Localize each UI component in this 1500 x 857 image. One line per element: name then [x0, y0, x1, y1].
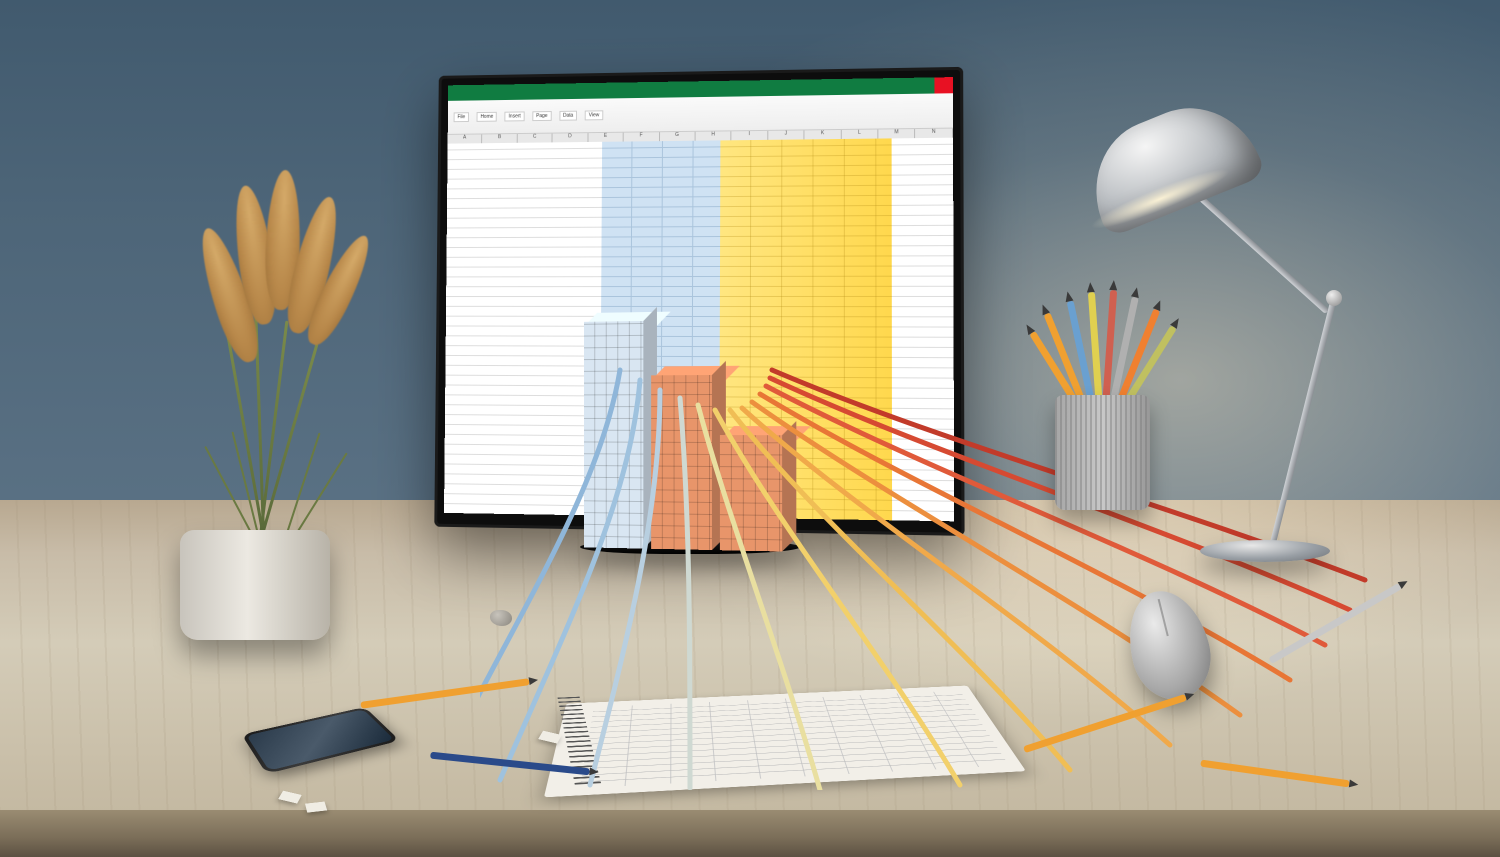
small-rock: [490, 610, 512, 626]
chart-bar-2: [651, 375, 712, 550]
desk-scene-illustration: 3D rendered illustration of a tidy woode…: [0, 0, 1500, 857]
desk-front-edge: [0, 810, 1500, 857]
lamp-base: [1200, 540, 1330, 562]
bar-chart-3d: [584, 277, 842, 553]
ribbon-tab: Data: [559, 111, 577, 121]
plant-pot: [180, 530, 330, 640]
chart-bar-3: [720, 435, 782, 551]
ribbon-tab: Page: [532, 111, 551, 121]
ribbon-tab: View: [585, 110, 603, 120]
ribbon-tab: Home: [477, 112, 498, 122]
ribbon-tab: File: [454, 112, 469, 122]
ribbon-tab: Insert: [505, 111, 525, 121]
chart-bar-1: [584, 321, 644, 549]
